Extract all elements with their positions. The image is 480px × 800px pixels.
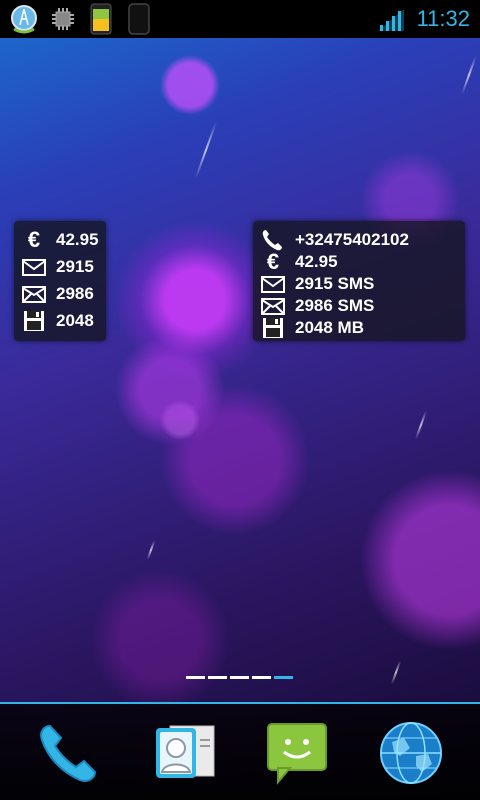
battery-widget-icon (90, 3, 112, 39)
sms-sent-value: 2915 SMS (295, 274, 375, 293)
clock: 11:32 (416, 6, 470, 31)
credit-value: 42.95 (56, 230, 99, 249)
sms-received-value: 2986 (56, 284, 94, 303)
phone-number-value: +32475402102 (295, 230, 409, 249)
widget-row-sms-received: 2986 SMS (261, 295, 374, 317)
contacts-app-icon[interactable] (152, 720, 218, 786)
dock (0, 704, 480, 800)
widget-row-sms-received: 2986 (22, 283, 94, 305)
page-indicator (186, 676, 293, 679)
envelope-open-icon (261, 273, 285, 295)
messaging-app-icon[interactable] (264, 720, 330, 786)
credit-value: 42.95 (295, 252, 338, 271)
floppy-disk-icon (261, 317, 285, 339)
phone-icon (261, 229, 285, 251)
usage-widget-large[interactable]: +32475402102 € 42.95 2915 SMS 2986 SMS 2… (253, 221, 465, 341)
sms-received-value: 2986 SMS (295, 296, 375, 315)
page-dot-active (274, 676, 293, 679)
sms-sent-value: 2915 (56, 257, 94, 276)
tower-app-icon (8, 3, 40, 39)
data-value: 2048 MB (295, 318, 364, 337)
floppy-disk-icon (22, 310, 46, 332)
signal-icon (378, 9, 404, 35)
euro-icon: € (266, 249, 280, 274)
chip-icon (52, 8, 74, 34)
page-dot (230, 676, 249, 679)
widget-row-credit: € 42.95 (22, 229, 99, 251)
data-value: 2048 (56, 311, 94, 330)
phone-outline-icon (128, 3, 150, 39)
euro-icon: € (27, 227, 41, 252)
envelope-closed-icon (22, 283, 46, 305)
envelope-closed-icon (261, 295, 285, 317)
usage-widget-small[interactable]: € 42.95 2915 2986 2048 (14, 221, 106, 341)
envelope-open-icon (22, 256, 46, 278)
status-bar[interactable]: 11:32 (0, 0, 480, 38)
widget-row-data: 2048 MB (261, 317, 364, 339)
browser-app-icon[interactable] (378, 720, 444, 786)
widget-row-sms-sent: 2915 SMS (261, 273, 374, 295)
widget-row-data: 2048 (22, 310, 94, 332)
page-dot (186, 676, 205, 679)
phone-app-icon[interactable] (36, 720, 102, 786)
page-dot (208, 676, 227, 679)
widget-row-sms-sent: 2915 (22, 256, 94, 278)
widget-row-phone-number: +32475402102 (261, 229, 409, 251)
page-dot (252, 676, 271, 679)
widget-row-credit: € 42.95 (261, 251, 338, 273)
wallpaper (0, 0, 480, 800)
